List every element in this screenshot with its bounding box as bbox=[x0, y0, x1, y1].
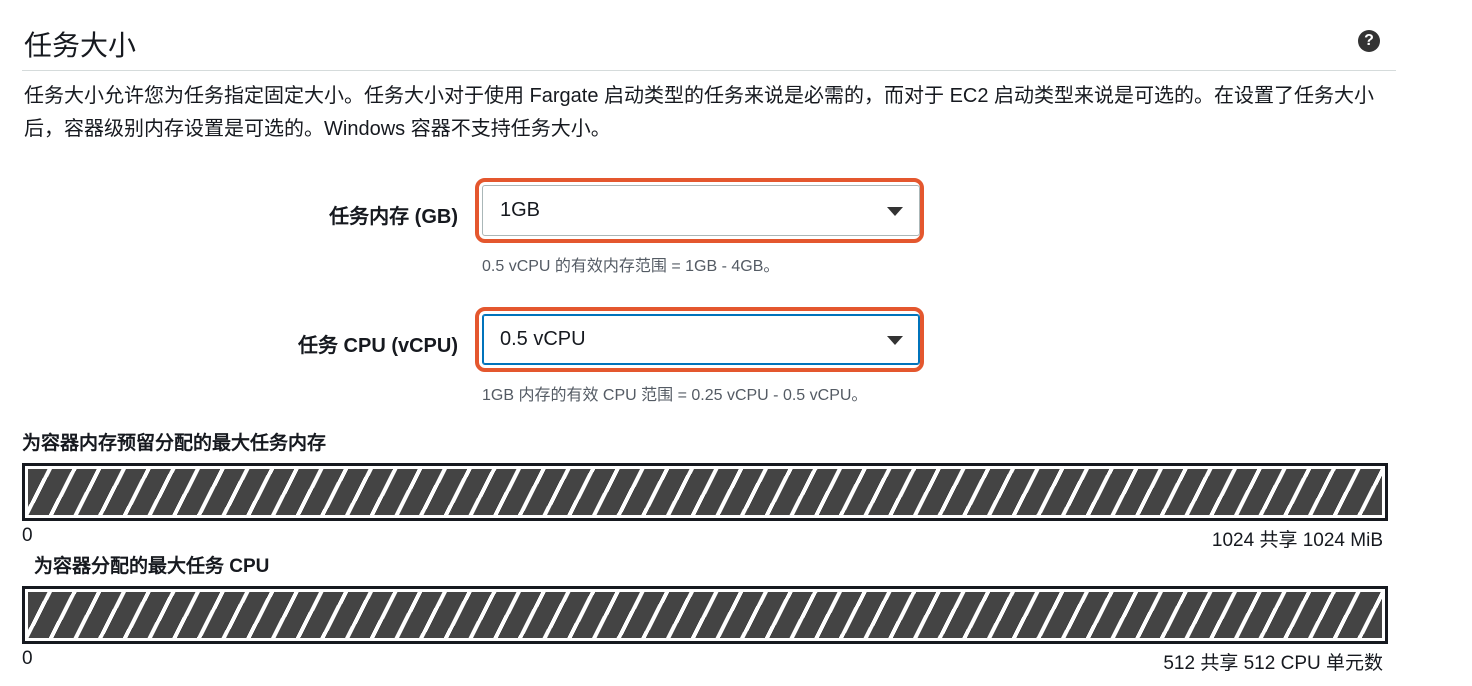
cpu-select-value: 0.5 vCPU bbox=[500, 328, 586, 350]
memory-hint: 0.5 vCPU 的有效内存范围 = 1GB - 4GB。 bbox=[482, 258, 780, 275]
divider bbox=[22, 70, 1396, 71]
section-title: 任务大小 bbox=[24, 30, 137, 61]
cpu-bar-title: 为容器分配的最大任务 CPU bbox=[34, 556, 270, 577]
memory-bar-max: 1024 共享 1024 MiB bbox=[1211, 530, 1383, 551]
memory-allocation-bar bbox=[22, 463, 1388, 521]
memory-label: 任务内存 (GB) bbox=[329, 206, 458, 228]
cpu-bar-min: 0 bbox=[22, 648, 33, 669]
memory-bar-min: 0 bbox=[22, 525, 33, 546]
caret-down-icon bbox=[887, 207, 903, 216]
cpu-allocation-bar bbox=[22, 586, 1388, 644]
section-description: 任务大小允许您为任务指定固定大小。任务大小对于使用 Fargate 启动类型的任… bbox=[24, 85, 1375, 140]
cpu-select[interactable]: 0.5 vCPU bbox=[482, 314, 920, 365]
help-icon[interactable]: ? bbox=[1358, 30, 1380, 52]
cpu-bar-max: 512 共享 512 CPU 单元数 bbox=[1163, 653, 1383, 674]
memory-select-value: 1GB bbox=[500, 199, 541, 221]
caret-down-icon bbox=[887, 336, 903, 345]
cpu-hint: 1GB 内存的有效 CPU 范围 = 0.25 vCPU - 0.5 vCPU。 bbox=[482, 387, 868, 404]
memory-bar-title: 为容器内存预留分配的最大任务内存 bbox=[22, 433, 327, 454]
memory-select[interactable]: 1GB bbox=[482, 185, 920, 236]
cpu-label: 任务 CPU (vCPU) bbox=[297, 335, 458, 357]
